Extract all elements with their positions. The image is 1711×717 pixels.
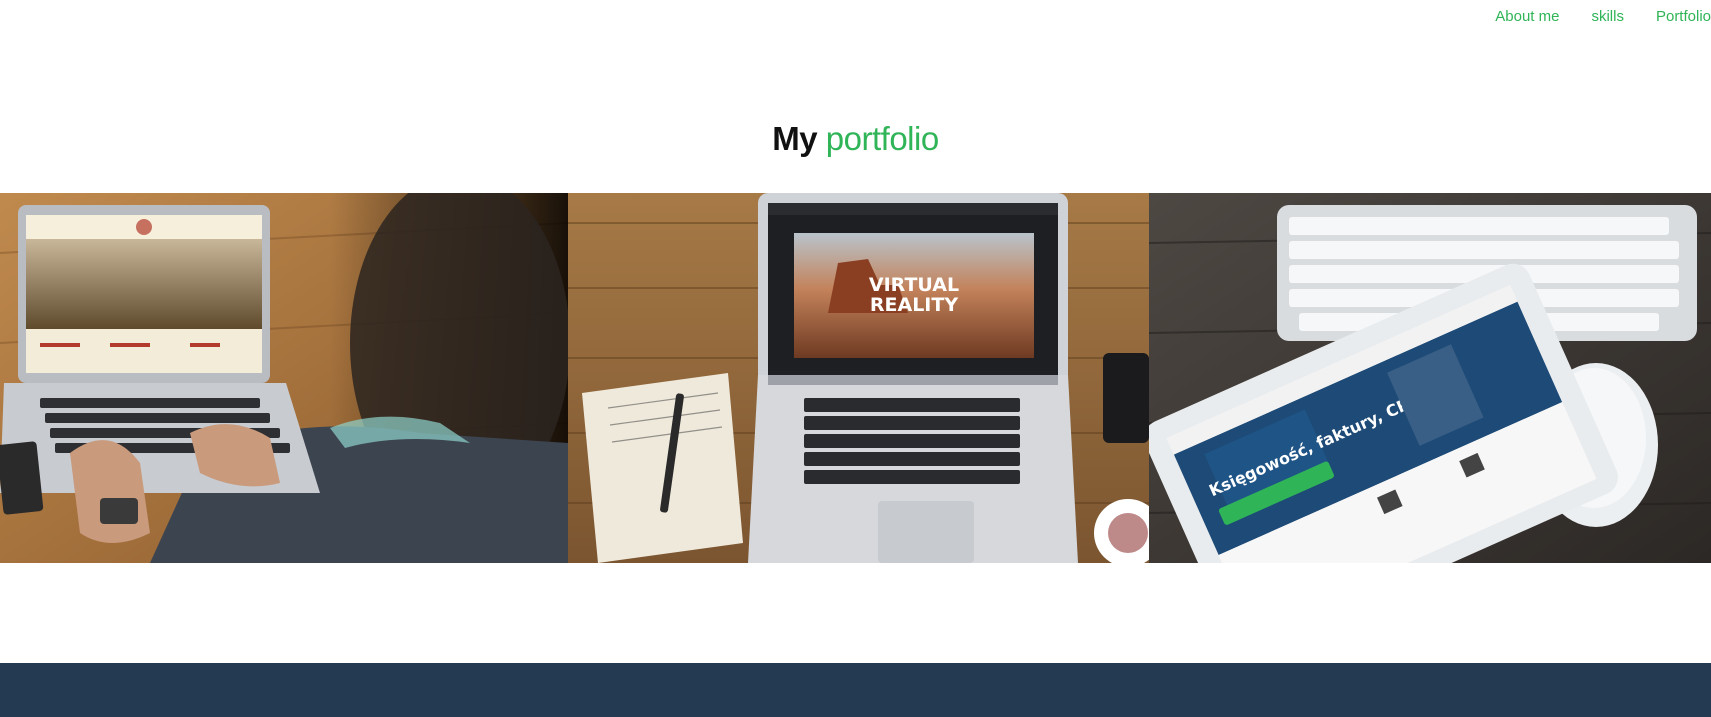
svg-text:VIRTUAL: VIRTUAL [869, 274, 959, 296]
section-title: My portfolio [0, 118, 1711, 160]
tablet-ifirma-image: Księgowość, faktury, CRM [1149, 193, 1711, 563]
section-title-portfolio: portfolio [825, 120, 939, 157]
virtual-reality-image: VIRTUAL REALITY [568, 193, 1149, 563]
section-title-my: My [772, 120, 818, 157]
nav-link-skills[interactable]: skills [1591, 6, 1624, 28]
top-nav: About me skills Portfolio [1495, 6, 1711, 28]
laptop-website-image [0, 193, 568, 563]
portfolio-item-laptop-website[interactable] [0, 193, 568, 563]
portfolio-item-virtual-reality[interactable]: VIRTUAL REALITY [568, 193, 1149, 563]
footer-band [0, 663, 1711, 717]
svg-text:REALITY: REALITY [870, 294, 958, 316]
nav-link-about-me[interactable]: About me [1495, 6, 1559, 28]
portfolio-item-tablet-ifirma[interactable]: Księgowość, faktury, CRM [1149, 193, 1711, 563]
nav-link-portfolio[interactable]: Portfolio [1656, 6, 1711, 28]
portfolio-gallery: VIRTUAL REALITY Księgowość, faktury, CRM [0, 193, 1711, 563]
